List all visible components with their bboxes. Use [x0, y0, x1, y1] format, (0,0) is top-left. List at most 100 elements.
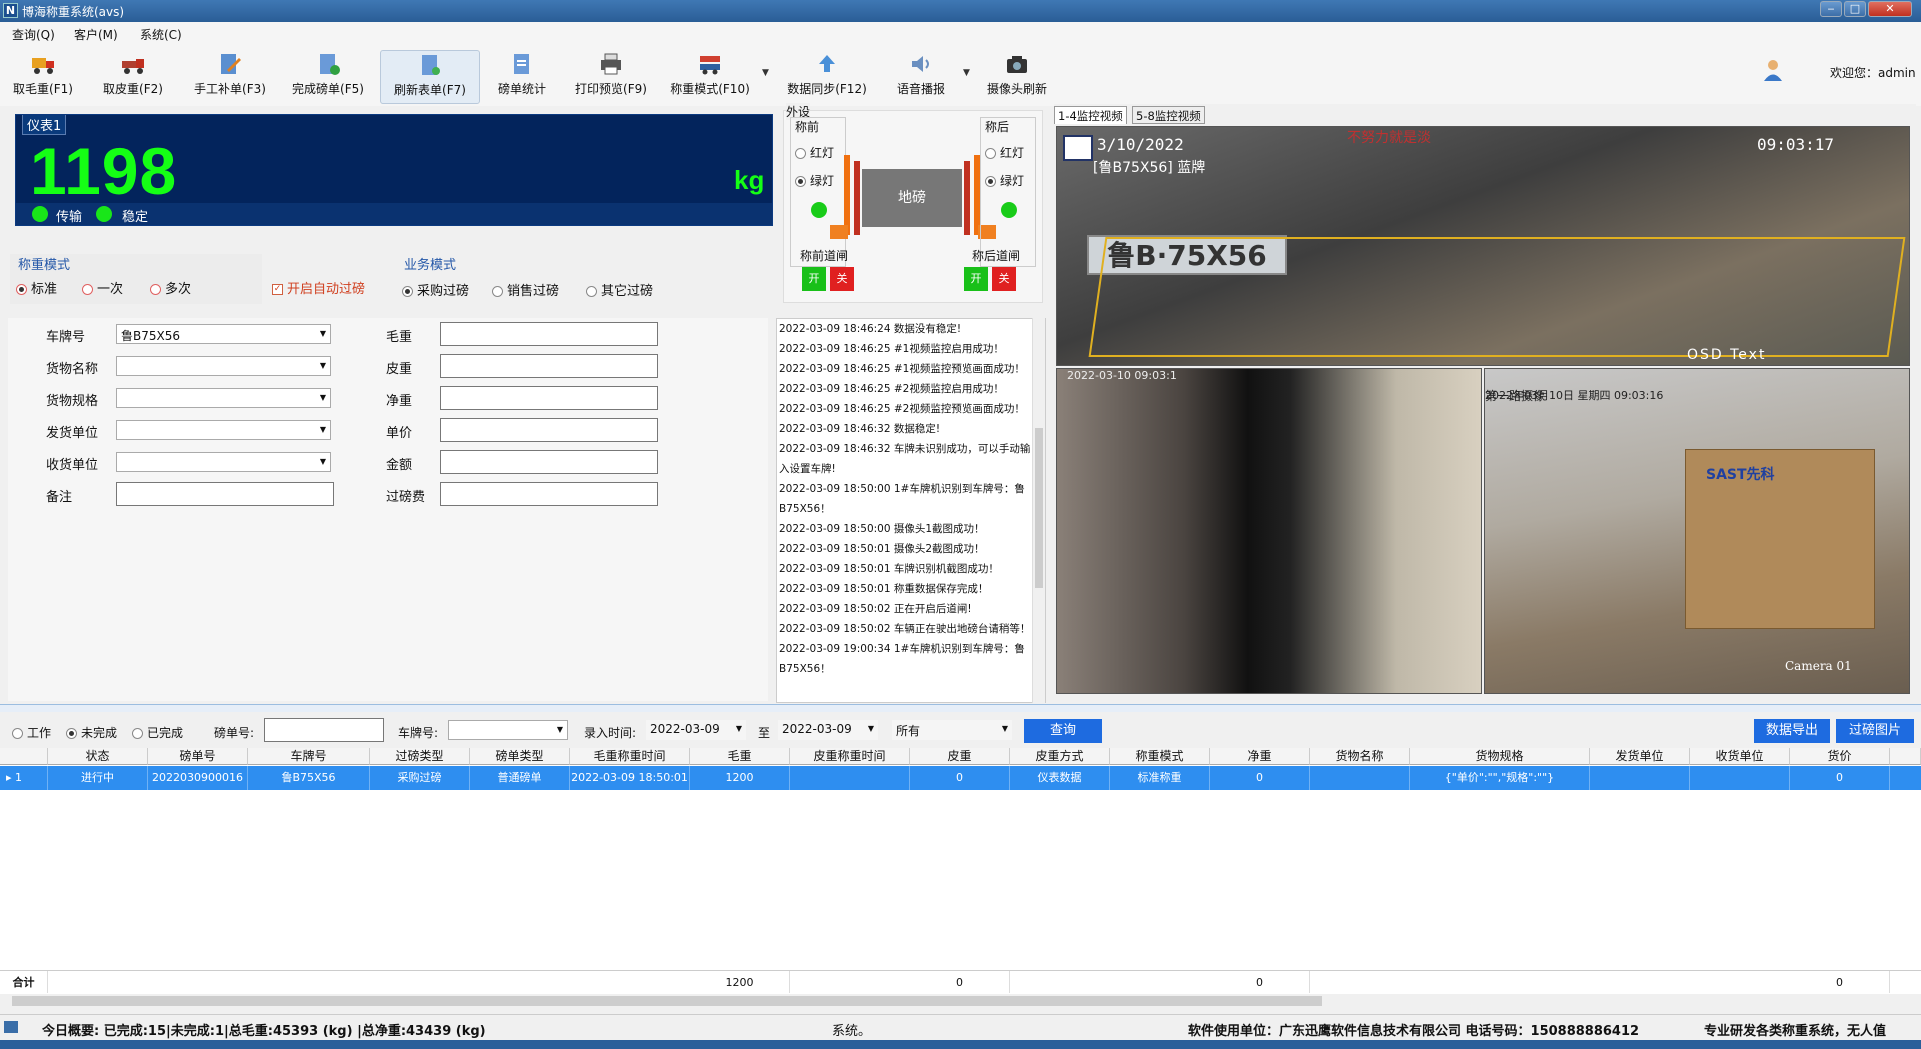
gross-input[interactable]: [440, 322, 658, 346]
camera-3-view[interactable]: 第一路摄像 2022年03月10日 星期四 09:03:16 SAST先科 Ca…: [1484, 368, 1910, 694]
receiver-select[interactable]: ▼: [116, 452, 331, 472]
weigh-mode-multiple[interactable]: 多次: [150, 278, 191, 297]
log-scrollbar[interactable]: [1032, 318, 1045, 703]
back-red-light[interactable]: 红灯: [985, 144, 1024, 161]
cell[interactable]: [1310, 766, 1410, 790]
col-header[interactable]: 货物规格: [1410, 748, 1590, 765]
ticket-no-input[interactable]: [264, 718, 384, 742]
back-gate-open-button[interactable]: 开: [964, 267, 988, 291]
weigh-mode-standard[interactable]: 标准: [16, 278, 57, 297]
plate-filter-select[interactable]: ▼: [448, 720, 568, 740]
cell[interactable]: 0: [1790, 766, 1890, 790]
tab-video-5-8[interactable]: 5-8监控视频: [1132, 106, 1205, 124]
date-from-picker[interactable]: 2022-03-09 ▼: [646, 720, 746, 740]
remark-input[interactable]: [116, 482, 334, 506]
front-gate-open-button[interactable]: 开: [802, 267, 826, 291]
complete-ticket-button[interactable]: 完成磅单(F5): [290, 50, 366, 104]
filter-work[interactable]: 工作: [12, 724, 51, 741]
col-header[interactable]: 毛重称重时间: [570, 748, 690, 765]
grid-scroll-thumb[interactable]: [12, 996, 1322, 1006]
auto-weigh-checkbox[interactable]: ✓ 开启自动过磅: [272, 278, 365, 297]
front-green-light[interactable]: 绿灯: [795, 172, 834, 189]
grid-h-scrollbar[interactable]: [0, 994, 1921, 1008]
col-header[interactable]: 货价: [1790, 748, 1890, 765]
table-row[interactable]: ▸ 1 进行中 2022030900016 鲁B75X56 采购过磅 普通磅单 …: [0, 766, 1921, 790]
shipper-select[interactable]: ▼: [116, 420, 331, 440]
col-header[interactable]: 皮重称重时间: [790, 748, 910, 765]
query-button[interactable]: 查询: [1024, 719, 1102, 743]
col-header[interactable]: 货物名称: [1310, 748, 1410, 765]
refresh-form-button[interactable]: 刷新表单(F7): [380, 50, 480, 104]
amount-input[interactable]: [440, 450, 658, 474]
col-header[interactable]: 状态: [48, 748, 148, 765]
type-filter-select[interactable]: 所有 ▼: [892, 720, 1012, 740]
camera-1-view[interactable]: 不努力就是淡 3/10/2022 [鲁B75X56] 蓝牌 09:03:17 鲁…: [1056, 126, 1910, 366]
menu-system[interactable]: 系统(C): [140, 26, 182, 43]
weigh-mode-dropdown-icon[interactable]: ▼: [762, 68, 769, 78]
col-header[interactable]: 磅单号: [148, 748, 248, 765]
col-header[interactable]: 收货单位: [1690, 748, 1790, 765]
net-input[interactable]: [440, 386, 658, 410]
front-red-light[interactable]: 红灯: [795, 144, 834, 161]
col-header[interactable]: 皮重: [910, 748, 1010, 765]
col-header[interactable]: 皮重方式: [1010, 748, 1110, 765]
cell[interactable]: [1590, 766, 1690, 790]
col-header[interactable]: 过磅类型: [370, 748, 470, 765]
cell[interactable]: 仪表数据: [1010, 766, 1110, 790]
weigh-mode-button[interactable]: 称重模式(F10): [668, 50, 752, 104]
cell[interactable]: 普通磅单: [470, 766, 570, 790]
manual-entry-button[interactable]: 手工补单(F3): [190, 50, 270, 104]
camera-refresh-button[interactable]: 摄像头刷新: [984, 50, 1050, 104]
date-to-picker[interactable]: 2022-03-09 ▼: [778, 720, 878, 740]
log-scroll-thumb[interactable]: [1035, 428, 1043, 588]
get-tare-button[interactable]: 取皮重(F2): [98, 50, 168, 104]
tab-video-1-4[interactable]: 1-4监控视频: [1054, 106, 1127, 124]
cell[interactable]: 0: [910, 766, 1010, 790]
col-header[interactable]: 称重模式: [1110, 748, 1210, 765]
cell[interactable]: 采购过磅: [370, 766, 470, 790]
close-button[interactable]: ✕: [1868, 1, 1912, 17]
col-header[interactable]: 磅单类型: [470, 748, 570, 765]
col-header[interactable]: 毛重: [690, 748, 790, 765]
filter-complete[interactable]: 已完成: [132, 724, 183, 741]
col-header[interactable]: 车牌号: [248, 748, 370, 765]
goods-spec-select[interactable]: ▼: [116, 388, 331, 408]
cell[interactable]: 0: [1210, 766, 1310, 790]
cell[interactable]: [1690, 766, 1790, 790]
camera-2-view[interactable]: 2022-03-10 09:03:1: [1056, 368, 1482, 694]
tare-input[interactable]: [440, 354, 658, 378]
menu-customer[interactable]: 客户(M): [74, 26, 118, 43]
weigh-photo-button[interactable]: 过磅图片: [1836, 719, 1914, 743]
cell[interactable]: {"单价":"","规格":""}: [1410, 766, 1590, 790]
voice-dropdown-icon[interactable]: ▼: [963, 68, 970, 78]
business-purchase[interactable]: 采购过磅: [402, 280, 469, 299]
cell[interactable]: 2022-03-09 18:50:01: [570, 766, 690, 790]
get-gross-button[interactable]: 取毛重(F1): [8, 50, 78, 104]
filter-incomplete[interactable]: 未完成: [66, 724, 117, 741]
cell[interactable]: 1200: [690, 766, 790, 790]
cell[interactable]: 2022030900016: [148, 766, 248, 790]
data-sync-button[interactable]: 数据同步(F12): [784, 50, 870, 104]
back-gate-close-button[interactable]: 关: [992, 267, 1016, 291]
col-header[interactable]: 净重: [1210, 748, 1310, 765]
business-other[interactable]: 其它过磅: [586, 280, 653, 299]
minimize-button[interactable]: ‒: [1820, 1, 1842, 17]
ticket-stats-button[interactable]: 磅单统计: [492, 50, 552, 104]
back-green-light[interactable]: 绿灯: [985, 172, 1024, 189]
business-sales[interactable]: 销售过磅: [492, 280, 559, 299]
cell[interactable]: 鲁B75X56: [248, 766, 370, 790]
voice-broadcast-button[interactable]: 语音播报: [892, 50, 950, 104]
cell[interactable]: [790, 766, 910, 790]
cell[interactable]: 进行中: [48, 766, 148, 790]
goods-name-select[interactable]: ▼: [116, 356, 331, 376]
plate-select[interactable]: 鲁B75X56 ▼: [116, 324, 331, 344]
export-button[interactable]: 数据导出: [1754, 719, 1830, 743]
price-input[interactable]: [440, 418, 658, 442]
cell[interactable]: 标准称重: [1110, 766, 1210, 790]
splitter[interactable]: [0, 704, 1921, 712]
col-header[interactable]: 发货单位: [1590, 748, 1690, 765]
menu-query[interactable]: 查询(Q): [12, 26, 55, 43]
weigh-mode-once[interactable]: 一次: [82, 278, 123, 297]
maximize-button[interactable]: □: [1844, 1, 1866, 17]
fee-input[interactable]: [440, 482, 658, 506]
